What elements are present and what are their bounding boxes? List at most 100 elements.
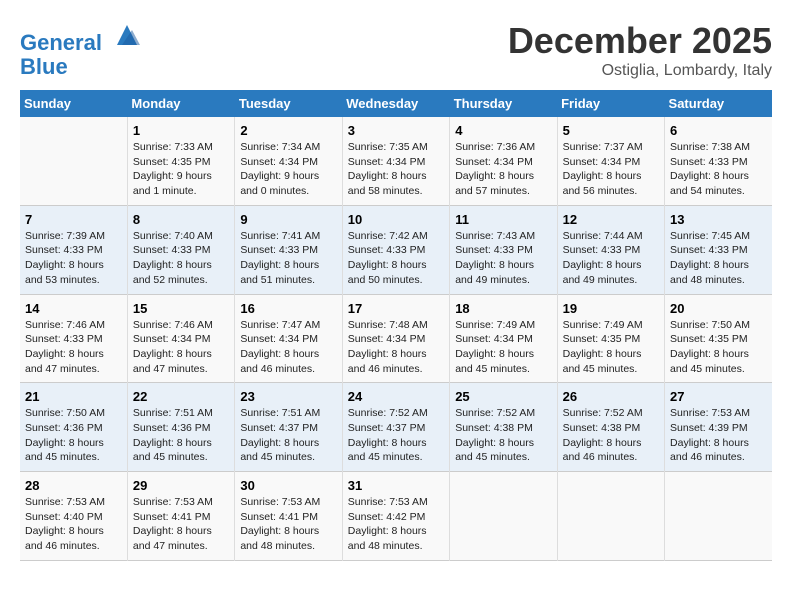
day-cell: 4Sunrise: 7:36 AM Sunset: 4:34 PM Daylig… <box>450 117 557 205</box>
day-number: 13 <box>670 212 767 227</box>
day-detail: Sunrise: 7:52 AM Sunset: 4:37 PM Dayligh… <box>348 406 444 465</box>
weekday-header-saturday: Saturday <box>665 90 772 117</box>
day-number: 7 <box>25 212 122 227</box>
weekday-header-wednesday: Wednesday <box>342 90 449 117</box>
day-cell: 6Sunrise: 7:38 AM Sunset: 4:33 PM Daylig… <box>665 117 772 205</box>
week-row-2: 7 Sunrise: 7:39 AM Sunset: 4:33 PM Daylig… <box>20 205 772 294</box>
day-cell <box>450 472 557 561</box>
day-cell: 21 Sunrise: 7:50 AM Sunset: 4:36 PM Dayli… <box>20 383 127 472</box>
day-number: 2 <box>240 123 336 138</box>
weekday-header-friday: Friday <box>557 90 664 117</box>
day-cell <box>557 472 664 561</box>
week-row-5: 28 Sunrise: 7:53 AM Sunset: 4:40 PM Dayli… <box>20 472 772 561</box>
day-detail: Sunrise: 7:40 AM Sunset: 4:33 PM Dayligh… <box>133 229 229 288</box>
day-cell: 20 Sunrise: 7:50 AM Sunset: 4:35 PM Dayli… <box>665 294 772 383</box>
day-number: 30 <box>240 478 336 493</box>
day-number: 31 <box>348 478 444 493</box>
day-detail: Sunrise: 7:46 AM Sunset: 4:33 PM Dayligh… <box>25 318 122 377</box>
day-detail: Sunrise: 7:42 AM Sunset: 4:33 PM Dayligh… <box>348 229 444 288</box>
week-row-4: 21 Sunrise: 7:50 AM Sunset: 4:36 PM Dayli… <box>20 383 772 472</box>
day-cell: 11 Sunrise: 7:43 AM Sunset: 4:33 PM Dayli… <box>450 205 557 294</box>
day-number: 3 <box>348 123 444 138</box>
day-number: 14 <box>25 301 122 316</box>
weekday-header-monday: Monday <box>127 90 234 117</box>
day-detail: Sunrise: 7:37 AM Sunset: 4:34 PM Dayligh… <box>563 140 659 199</box>
day-detail: Sunrise: 7:43 AM Sunset: 4:33 PM Dayligh… <box>455 229 551 288</box>
day-detail: Sunrise: 7:53 AM Sunset: 4:41 PM Dayligh… <box>240 495 336 554</box>
day-cell: 5Sunrise: 7:37 AM Sunset: 4:34 PM Daylig… <box>557 117 664 205</box>
day-detail: Sunrise: 7:50 AM Sunset: 4:35 PM Dayligh… <box>670 318 767 377</box>
day-detail: Sunrise: 7:44 AM Sunset: 4:33 PM Dayligh… <box>563 229 659 288</box>
day-number: 10 <box>348 212 444 227</box>
day-detail: Sunrise: 7:34 AM Sunset: 4:34 PM Dayligh… <box>240 140 336 199</box>
day-detail: Sunrise: 7:53 AM Sunset: 4:40 PM Dayligh… <box>25 495 122 554</box>
day-cell: 16Sunrise: 7:47 AM Sunset: 4:34 PM Dayli… <box>235 294 342 383</box>
day-cell: 7 Sunrise: 7:39 AM Sunset: 4:33 PM Daylig… <box>20 205 127 294</box>
day-cell: 18 Sunrise: 7:49 AM Sunset: 4:34 PM Dayli… <box>450 294 557 383</box>
day-number: 19 <box>563 301 659 316</box>
day-number: 20 <box>670 301 767 316</box>
day-cell: 15Sunrise: 7:46 AM Sunset: 4:34 PM Dayli… <box>127 294 234 383</box>
day-cell: 27Sunrise: 7:53 AM Sunset: 4:39 PM Dayli… <box>665 383 772 472</box>
day-detail: Sunrise: 7:39 AM Sunset: 4:33 PM Dayligh… <box>25 229 122 288</box>
day-detail: Sunrise: 7:52 AM Sunset: 4:38 PM Dayligh… <box>455 406 551 465</box>
weekday-header-sunday: Sunday <box>20 90 127 117</box>
day-number: 18 <box>455 301 551 316</box>
day-detail: Sunrise: 7:46 AM Sunset: 4:34 PM Dayligh… <box>133 318 229 377</box>
logo: General Blue <box>20 20 142 79</box>
day-detail: Sunrise: 7:52 AM Sunset: 4:38 PM Dayligh… <box>563 406 659 465</box>
day-cell: 12 Sunrise: 7:44 AM Sunset: 4:33 PM Dayli… <box>557 205 664 294</box>
month-title: December 2025 <box>508 20 772 62</box>
weekday-header-tuesday: Tuesday <box>235 90 342 117</box>
day-number: 23 <box>240 389 336 404</box>
day-number: 22 <box>133 389 229 404</box>
week-row-1: 1 Sunrise: 7:33 AM Sunset: 4:35 PM Daylig… <box>20 117 772 205</box>
day-detail: Sunrise: 7:33 AM Sunset: 4:35 PM Dayligh… <box>133 140 229 199</box>
day-number: 17 <box>348 301 444 316</box>
title-area: December 2025 Ostiglia, Lombardy, Italy <box>508 20 772 80</box>
day-cell: 10 Sunrise: 7:42 AM Sunset: 4:33 PM Dayli… <box>342 205 449 294</box>
calendar-table: SundayMondayTuesdayWednesdayThursdayFrid… <box>20 90 772 561</box>
day-cell: 31 Sunrise: 7:53 AM Sunset: 4:42 PM Dayli… <box>342 472 449 561</box>
day-detail: Sunrise: 7:49 AM Sunset: 4:35 PM Dayligh… <box>563 318 659 377</box>
day-cell: 19 Sunrise: 7:49 AM Sunset: 4:35 PM Dayli… <box>557 294 664 383</box>
day-detail: Sunrise: 7:45 AM Sunset: 4:33 PM Dayligh… <box>670 229 767 288</box>
day-cell: 9 Sunrise: 7:41 AM Sunset: 4:33 PM Daylig… <box>235 205 342 294</box>
day-detail: Sunrise: 7:49 AM Sunset: 4:34 PM Dayligh… <box>455 318 551 377</box>
day-cell: 23 Sunrise: 7:51 AM Sunset: 4:37 PM Dayli… <box>235 383 342 472</box>
day-detail: Sunrise: 7:50 AM Sunset: 4:36 PM Dayligh… <box>25 406 122 465</box>
day-number: 27 <box>670 389 767 404</box>
day-number: 26 <box>563 389 659 404</box>
day-number: 1 <box>133 123 229 138</box>
day-cell: 17 Sunrise: 7:48 AM Sunset: 4:34 PM Dayli… <box>342 294 449 383</box>
weekday-header-thursday: Thursday <box>450 90 557 117</box>
day-number: 8 <box>133 212 229 227</box>
day-cell: 14 Sunrise: 7:46 AM Sunset: 4:33 PM Dayli… <box>20 294 127 383</box>
day-detail: Sunrise: 7:51 AM Sunset: 4:37 PM Dayligh… <box>240 406 336 465</box>
day-detail: Sunrise: 7:47 AM Sunset: 4:34 PM Dayligh… <box>240 318 336 377</box>
day-cell: 25 Sunrise: 7:52 AM Sunset: 4:38 PM Dayli… <box>450 383 557 472</box>
day-cell: 30 Sunrise: 7:53 AM Sunset: 4:41 PM Dayli… <box>235 472 342 561</box>
day-cell: 1 Sunrise: 7:33 AM Sunset: 4:35 PM Daylig… <box>127 117 234 205</box>
day-cell: 26 Sunrise: 7:52 AM Sunset: 4:38 PM Dayli… <box>557 383 664 472</box>
day-detail: Sunrise: 7:51 AM Sunset: 4:36 PM Dayligh… <box>133 406 229 465</box>
day-cell: 22 Sunrise: 7:51 AM Sunset: 4:36 PM Dayli… <box>127 383 234 472</box>
day-detail: Sunrise: 7:48 AM Sunset: 4:34 PM Dayligh… <box>348 318 444 377</box>
day-cell: 13 Sunrise: 7:45 AM Sunset: 4:33 PM Dayli… <box>665 205 772 294</box>
day-detail: Sunrise: 7:41 AM Sunset: 4:33 PM Dayligh… <box>240 229 336 288</box>
day-cell <box>665 472 772 561</box>
day-number: 21 <box>25 389 122 404</box>
day-cell: 29Sunrise: 7:53 AM Sunset: 4:41 PM Dayli… <box>127 472 234 561</box>
day-number: 12 <box>563 212 659 227</box>
weekday-header-row: SundayMondayTuesdayWednesdayThursdayFrid… <box>20 90 772 117</box>
week-row-3: 14 Sunrise: 7:46 AM Sunset: 4:33 PM Dayli… <box>20 294 772 383</box>
day-number: 25 <box>455 389 551 404</box>
day-number: 28 <box>25 478 122 493</box>
day-number: 11 <box>455 212 551 227</box>
day-detail: Sunrise: 7:53 AM Sunset: 4:42 PM Dayligh… <box>348 495 444 554</box>
logo-icon <box>112 20 142 50</box>
day-cell: 2 Sunrise: 7:34 AM Sunset: 4:34 PM Daylig… <box>235 117 342 205</box>
day-number: 9 <box>240 212 336 227</box>
day-detail: Sunrise: 7:38 AM Sunset: 4:33 PM Dayligh… <box>670 140 767 199</box>
day-detail: Sunrise: 7:53 AM Sunset: 4:41 PM Dayligh… <box>133 495 229 554</box>
